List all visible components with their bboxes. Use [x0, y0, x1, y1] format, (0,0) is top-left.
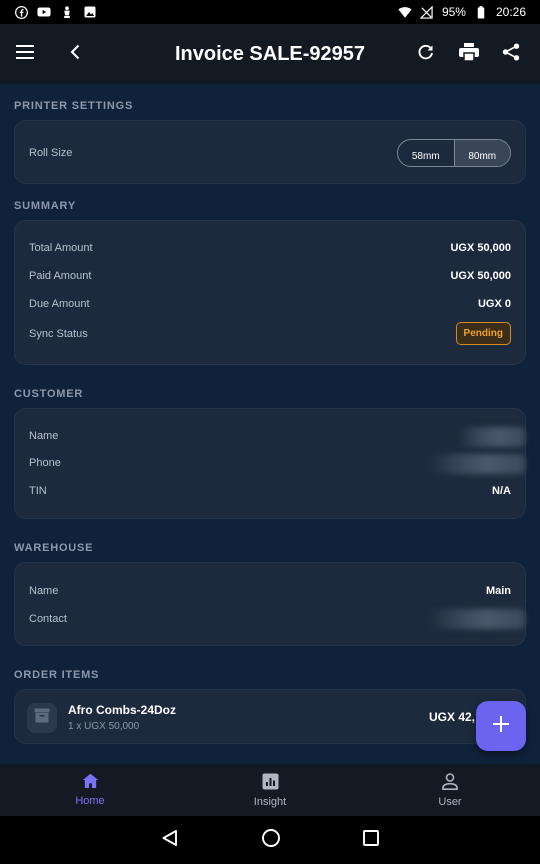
home-circle-icon[interactable]	[261, 828, 281, 853]
customer-tin-value: N/A	[492, 485, 511, 497]
share-icon	[502, 43, 520, 66]
share-button[interactable]	[493, 36, 529, 72]
invoice-content[interactable]: PRINTER SETTINGS Roll Size 58mm 80mm SUM…	[0, 84, 540, 764]
bell-icon	[60, 5, 74, 19]
section-title-summary: SUMMARY	[14, 200, 77, 212]
status-badge: Pending	[455, 322, 511, 345]
customer-card: Name Phone TIN N/A	[14, 408, 526, 519]
status-right: 95% 20:26	[398, 5, 526, 19]
print-icon	[459, 42, 479, 66]
wifi-icon	[398, 5, 412, 19]
summary-card: Total Amount UGX 50,000 Paid Amount UGX …	[14, 220, 526, 365]
nav-user-label: User	[438, 795, 462, 808]
warehouse-name-row: Name Main	[29, 585, 511, 597]
no-signal-icon	[420, 5, 434, 19]
roll-size-80mm[interactable]: 80mm	[453, 140, 510, 166]
system-navigation-bar	[0, 816, 540, 864]
youtube-icon	[37, 5, 51, 19]
warehouse-name-value: Main	[485, 585, 511, 597]
customer-phone-label: Phone	[29, 457, 61, 469]
total-amount-row: Total Amount UGX 50,000	[29, 242, 511, 254]
section-title-warehouse: WAREHOUSE	[14, 542, 94, 554]
due-amount-label: Due Amount	[29, 298, 90, 310]
customer-tin-row: TIN N/A	[29, 485, 511, 497]
nav-home-label: Home	[75, 795, 105, 807]
warehouse-name-label: Name	[29, 585, 59, 597]
nav-user[interactable]: User	[360, 764, 540, 816]
battery-icon	[474, 5, 488, 19]
nav-insight-label: Insight	[253, 795, 287, 808]
app-bar: Invoice SALE-92957	[0, 24, 540, 84]
customer-name-redacted	[457, 427, 525, 447]
user-icon	[442, 772, 458, 793]
customer-name-label: Name	[29, 430, 59, 442]
status-bar: 95% 20:26	[0, 0, 540, 24]
customer-tin-label: TIN	[29, 485, 47, 497]
battery-percent: 95%	[441, 5, 466, 19]
item-name: Afro Combs-24Doz	[68, 703, 177, 717]
sync-status-label: Sync Status	[29, 327, 88, 340]
status-left-icons	[14, 5, 97, 19]
customer-phone-redacted	[429, 454, 525, 474]
due-amount-row: Due Amount UGX 0	[29, 298, 511, 310]
nav-home[interactable]: Home	[0, 764, 180, 816]
back-icon	[70, 44, 80, 65]
total-amount-label: Total Amount	[29, 242, 93, 254]
printer-settings-card: Roll Size 58mm 80mm	[14, 120, 526, 184]
paid-amount-label: Paid Amount	[29, 270, 92, 282]
item-price: UGX 42,	[429, 710, 476, 724]
back-button[interactable]	[57, 36, 93, 72]
warehouse-contact-label: Contact	[29, 613, 67, 625]
customer-name-row: Name	[29, 430, 511, 442]
sync-status-row: Sync Status Pending	[29, 322, 511, 345]
menu-icon	[16, 44, 34, 64]
print-button[interactable]	[451, 36, 487, 72]
roll-size-toggle[interactable]: 58mm 80mm	[397, 139, 511, 167]
total-amount-value: UGX 50,000	[450, 242, 511, 254]
home-icon	[82, 773, 99, 792]
bottom-nav: Home Insight User	[0, 764, 540, 816]
clock: 20:26	[495, 5, 526, 19]
back-triangle-icon[interactable]	[161, 829, 179, 852]
chart-icon	[262, 773, 279, 793]
item-detail: 1 x UGX 50,000	[68, 721, 140, 732]
section-title-order-items: ORDER ITEMS	[14, 669, 100, 681]
warehouse-card: Name Main Contact	[14, 562, 526, 646]
list-item[interactable]: Afro Combs-24Doz 1 x UGX 50,000 UGX 42,	[14, 689, 526, 744]
recents-square-icon[interactable]	[363, 829, 379, 851]
section-title-printer-settings: PRINTER SETTINGS	[14, 100, 134, 112]
paid-amount-row: Paid Amount UGX 50,000	[29, 270, 511, 282]
add-button[interactable]	[476, 701, 526, 751]
paid-amount-value: UGX 50,000	[450, 270, 511, 282]
section-title-customer: CUSTOMER	[14, 388, 84, 400]
box-icon	[34, 708, 50, 728]
nav-insight[interactable]: Insight	[180, 764, 360, 816]
roll-size-label: Roll Size	[29, 147, 73, 159]
refresh-icon	[417, 43, 435, 66]
image-icon	[83, 5, 97, 19]
refresh-button[interactable]	[408, 36, 444, 72]
item-thumbnail	[27, 703, 57, 733]
due-amount-value: UGX 0	[477, 298, 511, 310]
roll-size-58mm[interactable]: 58mm	[398, 140, 454, 166]
warehouse-contact-redacted	[429, 609, 525, 629]
plus-icon	[493, 715, 509, 737]
facebook-icon	[14, 5, 28, 19]
menu-button[interactable]	[7, 36, 43, 72]
